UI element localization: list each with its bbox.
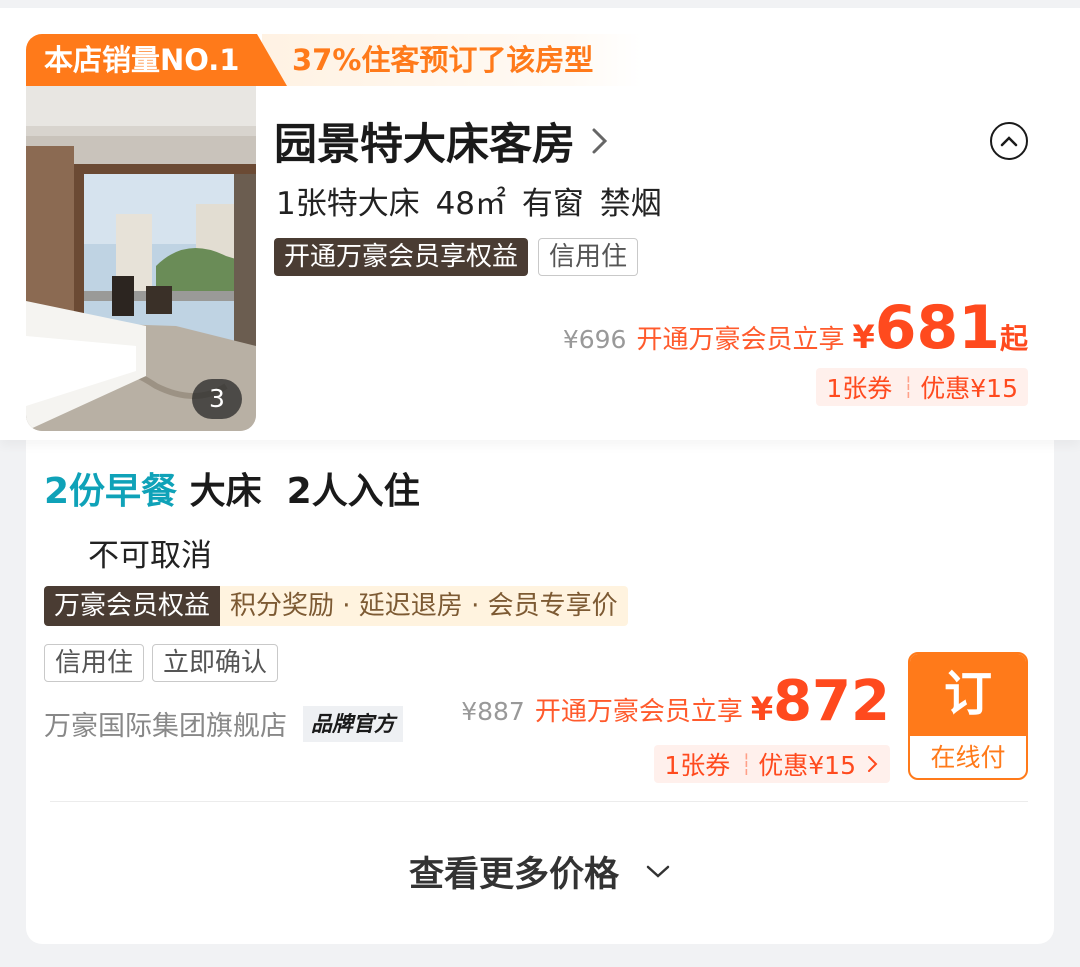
collapse-up-icon[interactable] [990,122,1028,160]
book-button[interactable]: 订 在线付 [908,652,1028,780]
credit-stay-tag: 信用住 [44,644,145,682]
coupon-count: 1张券 [826,374,893,403]
cancel-policy[interactable]: 不可取消 [88,530,212,575]
book-button-sublabel: 在线付 [930,743,1006,772]
instant-confirm-tag: 立即确认 [152,644,279,682]
coupon-count: 1张券 [664,751,731,780]
rate-price: ¥887 开通万豪会员立享 ¥ 872 [461,672,890,732]
store-name: 万豪国际集团旗舰店 [44,711,287,742]
chevron-right-icon [592,128,608,154]
benefit-items: 积分奖励 · 延迟退房 · 会员专享价 [220,586,628,626]
original-price: ¥887 [461,697,525,726]
currency-symbol: ¥ [852,318,875,356]
price-amount: 681 [874,293,1000,363]
store-info[interactable]: 万豪国际集团旗舰店 品牌官方 [44,704,403,743]
divider [50,801,1028,802]
rate-title: 2份早餐 大床 2人入住 [44,462,420,514]
rate-coupon[interactable]: 1张券 ┆ 优惠¥15 [654,745,890,783]
breakfast-label: 2份早餐 [44,471,178,512]
room-card-header[interactable]: 3 37%住客预订了该房型 本店销量NO.1 园景特大床客房 1张特大床 48㎡… [0,8,1080,440]
book-button-label: 订 [910,654,1026,736]
price-from-suffix: 起 [999,322,1028,355]
booking-ratio-badge: 37%住客预订了该房型 [262,34,642,86]
room-title-text: 园景特大床客房 [274,120,575,170]
member-benefits[interactable]: 万豪会员权益 积分奖励 · 延迟退房 · 会员专享价 [44,586,628,626]
coupon-separator: ┆ [740,752,752,776]
chevron-right-icon [868,756,878,772]
member-price-label[interactable]: 开通万豪会员立享 [636,319,844,356]
rate-plan-card[interactable]: 2份早餐 大床 2人入住 不可取消 万豪会员权益 积分奖励 · 延迟退房 · 会… [26,440,1054,944]
room-tags: 开通万豪会员享权益 信用住 [274,238,639,276]
room-specs: 1张特大床 48㎡ 有窗 禁烟 [276,186,662,222]
price-amount: 872 [773,669,890,734]
room-price: ¥696 开通万豪会员立享 ¥ 681 起 [563,298,1028,358]
benefit-label: 万豪会员权益 [44,586,221,626]
top-separator [0,0,1080,8]
coupon-discount: 优惠¥15 [758,751,856,780]
more-prices-label: 查看更多价格 [408,855,619,895]
rate-tags: 信用住 立即确认 [44,644,279,682]
more-prices-button[interactable]: 查看更多价格 [26,846,1054,897]
coupon-separator: ┆ [902,375,914,399]
sales-rank-badge: 本店销量NO.1 [26,34,289,86]
photo-count-badge: 3 [192,379,242,419]
original-price: ¥696 [562,325,627,354]
chevron-down-icon [646,865,670,878]
bed-guests-label: 大床 2人入住 [177,471,420,512]
coupon-discount: 优惠¥15 [920,374,1018,403]
member-price-label[interactable]: 开通万豪会员立享 [535,691,743,728]
brand-official-badge: 品牌官方 [303,705,403,742]
currency-symbol: ¥ [750,690,774,728]
credit-stay-tag: 信用住 [538,238,639,276]
member-benefit-tag[interactable]: 开通万豪会员享权益 [274,238,529,276]
room-photo[interactable]: 3 [26,86,256,431]
room-title[interactable]: 园景特大床客房 [274,110,609,172]
room-coupon[interactable]: 1张券 ┆ 优惠¥15 [816,368,1028,406]
